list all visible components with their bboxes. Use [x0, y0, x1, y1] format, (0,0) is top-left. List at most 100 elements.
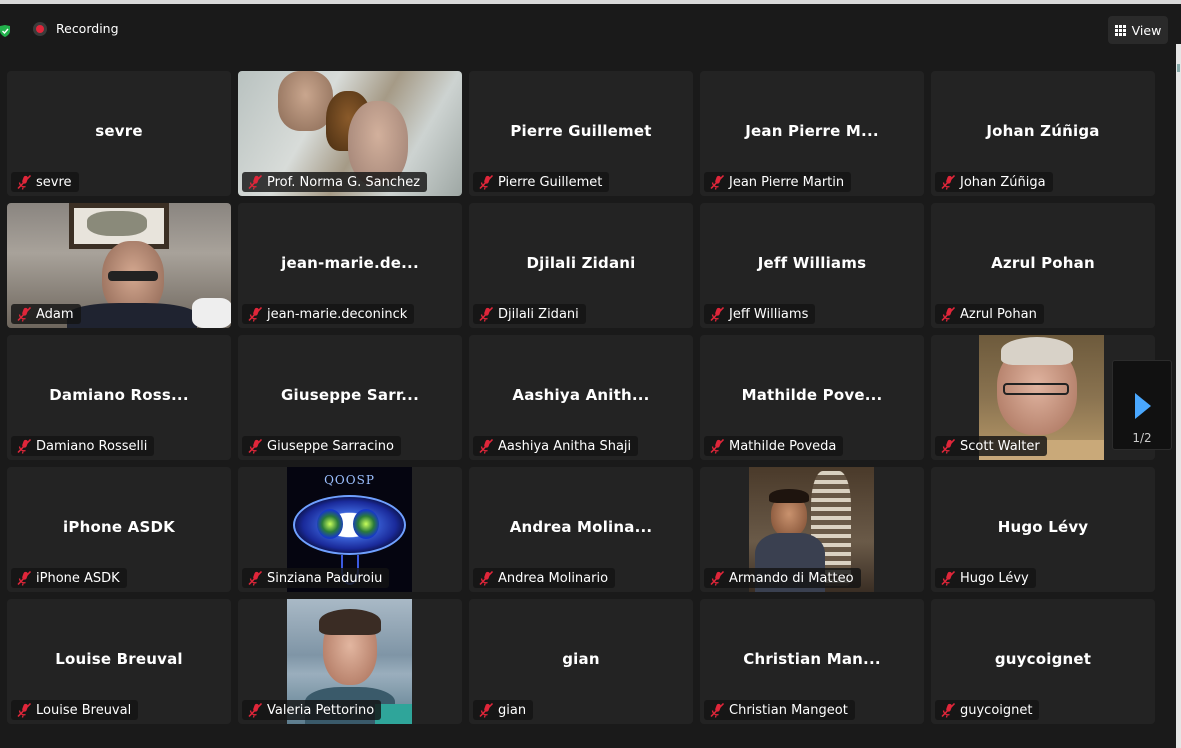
participant-display-name: jean-marie.de... — [281, 253, 419, 272]
muted-mic-icon — [16, 438, 32, 454]
meeting-top-bar: Recording View — [0, 4, 1181, 44]
participant-display-name: Jeff Williams — [757, 253, 867, 272]
page-indicator: 1/2 — [1132, 431, 1152, 445]
participant-name-label: sevre — [36, 174, 72, 190]
encryption-shield-icon[interactable] — [0, 22, 10, 41]
participant-name-tag: Adam — [11, 304, 81, 324]
participant-display-name: Pierre Guillemet — [510, 121, 652, 140]
participant-name-label: Johan Zúñiga — [960, 174, 1046, 190]
participant-display-name: Mathilde Pove... — [741, 385, 883, 404]
participant-name-label: Mathilde Poveda — [729, 438, 837, 454]
participant-display-name: sevre — [95, 121, 143, 140]
participant-name-label: Jeff Williams — [729, 306, 809, 322]
participant-tile[interactable]: Mathilde Pove... Mathilde Poveda — [700, 335, 924, 460]
next-page-button[interactable]: 1/2 — [1112, 360, 1172, 450]
muted-mic-icon — [709, 306, 725, 322]
participant-name-tag: Djilali Zidani — [473, 304, 586, 324]
muted-mic-icon — [709, 702, 725, 718]
participant-name-label: jean-marie.deconinck — [267, 306, 408, 322]
participant-tile[interactable]: Johan Zúñiga Johan Zúñiga — [931, 71, 1155, 196]
participant-name-label: Scott Walter — [960, 438, 1040, 454]
participant-tile[interactable]: Jeff Williams Jeff Williams — [700, 203, 924, 328]
participant-name-label: Christian Mangeot — [729, 702, 848, 718]
participant-name-tag: Jeff Williams — [704, 304, 816, 324]
participant-name-tag: Hugo Lévy — [935, 568, 1036, 588]
recording-indicator[interactable]: Recording — [33, 21, 119, 36]
chevron-right-icon — [1135, 393, 1151, 419]
participant-tile[interactable]: gian gian — [469, 599, 693, 724]
participant-display-name: iPhone ASDK — [63, 517, 175, 536]
participant-tile[interactable]: Pierre Guillemet Pierre Guillemet — [469, 71, 693, 196]
muted-mic-icon — [478, 702, 494, 718]
participant-tile[interactable]: Christian Man... Christian Mangeot — [700, 599, 924, 724]
participant-tile[interactable]: jean-marie.de... jean-marie.deconinck — [238, 203, 462, 328]
participant-name-tag: guycoignet — [935, 700, 1040, 720]
participant-tile[interactable]: Hugo Lévy Hugo Lévy — [931, 467, 1155, 592]
muted-mic-icon — [16, 702, 32, 718]
participant-name-tag: Sinziana Paduroiu — [242, 568, 390, 588]
participant-name-label: Aashiya Anitha Shaji — [498, 438, 632, 454]
participant-display-name: Aashiya Anith... — [512, 385, 650, 404]
participant-name-label: Prof. Norma G. Sanchez — [267, 174, 421, 190]
participant-name-label: Jean Pierre Martin — [729, 174, 845, 190]
participant-display-name: Christian Man... — [743, 649, 881, 668]
muted-mic-icon — [247, 570, 263, 586]
muted-mic-icon — [247, 306, 263, 322]
participant-name-label: Armando di Matteo — [729, 570, 854, 586]
muted-mic-icon — [247, 702, 263, 718]
participant-tile[interactable]: Djilali Zidani Djilali Zidani — [469, 203, 693, 328]
participant-name-tag: Azrul Pohan — [935, 304, 1044, 324]
participant-name-tag: Aashiya Anitha Shaji — [473, 436, 639, 456]
participant-name-tag: Johan Zúñiga — [935, 172, 1053, 192]
participant-display-name: Damiano Ross... — [49, 385, 189, 404]
participant-name-label: Sinziana Paduroiu — [267, 570, 383, 586]
participant-name-tag: Louise Breuval — [11, 700, 139, 720]
participant-name-tag: Mathilde Poveda — [704, 436, 844, 456]
participant-display-name: guycoignet — [994, 649, 1092, 668]
muted-mic-icon — [940, 438, 956, 454]
participant-tile[interactable]: Azrul Pohan Azrul Pohan — [931, 203, 1155, 328]
recording-dot-icon — [33, 21, 47, 36]
muted-mic-icon — [478, 174, 494, 190]
participant-tile[interactable]: guycoignet guycoignet — [931, 599, 1155, 724]
participant-name-label: Andrea Molinario — [498, 570, 609, 586]
participant-name-tag: Pierre Guillemet — [473, 172, 610, 192]
participant-tile[interactable]: Prof. Norma G. Sanchez — [238, 71, 462, 196]
muted-mic-icon — [247, 438, 263, 454]
muted-mic-icon — [478, 570, 494, 586]
participant-tile[interactable]: Armando di Matteo — [700, 467, 924, 592]
participant-gallery: sevre sevre Prof. Norma G. Sanchez Pierre G… — [7, 71, 1155, 724]
participant-name-label: Damiano Rosselli — [36, 438, 148, 454]
participant-name-label: gian — [498, 702, 527, 718]
participant-tile[interactable]: Jean Pierre M... Jean Pierre Martin — [700, 71, 924, 196]
participant-tile[interactable]: Aashiya Anith... Aashiya Anitha Shaji — [469, 335, 693, 460]
muted-mic-icon — [940, 174, 956, 190]
muted-mic-icon — [709, 570, 725, 586]
participant-name-tag: gian — [473, 700, 534, 720]
view-button[interactable]: View — [1108, 16, 1168, 44]
grid-view-icon — [1114, 24, 1126, 36]
participant-tile[interactable]: Andrea Molina... Andrea Molinario — [469, 467, 693, 592]
participant-name-label: Valeria Pettorino — [267, 702, 375, 718]
muted-mic-icon — [709, 174, 725, 190]
participant-name-label: guycoignet — [960, 702, 1033, 718]
muted-mic-icon — [16, 306, 32, 322]
participant-display-name: Johan Zúñiga — [986, 121, 1100, 140]
participant-tile[interactable]: iPhone ASDK iPhone ASDK — [7, 467, 231, 592]
participant-name-tag: Prof. Norma G. Sanchez — [242, 172, 428, 192]
participant-name-label: Giuseppe Sarracino — [267, 438, 394, 454]
participant-name-tag: Christian Mangeot — [704, 700, 855, 720]
participant-tile[interactable]: Adam — [7, 203, 231, 328]
participant-name-tag: Scott Walter — [935, 436, 1047, 456]
participant-tile[interactable]: Louise Breuval Louise Breuval — [7, 599, 231, 724]
participant-tile[interactable]: QOOSP Sinziana Paduroiu — [238, 467, 462, 592]
participant-tile[interactable]: Giuseppe Sarr... Giuseppe Sarracino — [238, 335, 462, 460]
participant-name-label: Louise Breuval — [36, 702, 132, 718]
participant-display-name: Hugo Lévy — [997, 517, 1089, 536]
participant-tile[interactable]: sevre sevre — [7, 71, 231, 196]
qoosp-logo-text: QOOSP — [324, 473, 375, 487]
muted-mic-icon — [940, 306, 956, 322]
participant-tile[interactable]: Damiano Ross... Damiano Rosselli — [7, 335, 231, 460]
muted-mic-icon — [16, 174, 32, 190]
participant-tile[interactable]: Valeria Pettorino — [238, 599, 462, 724]
